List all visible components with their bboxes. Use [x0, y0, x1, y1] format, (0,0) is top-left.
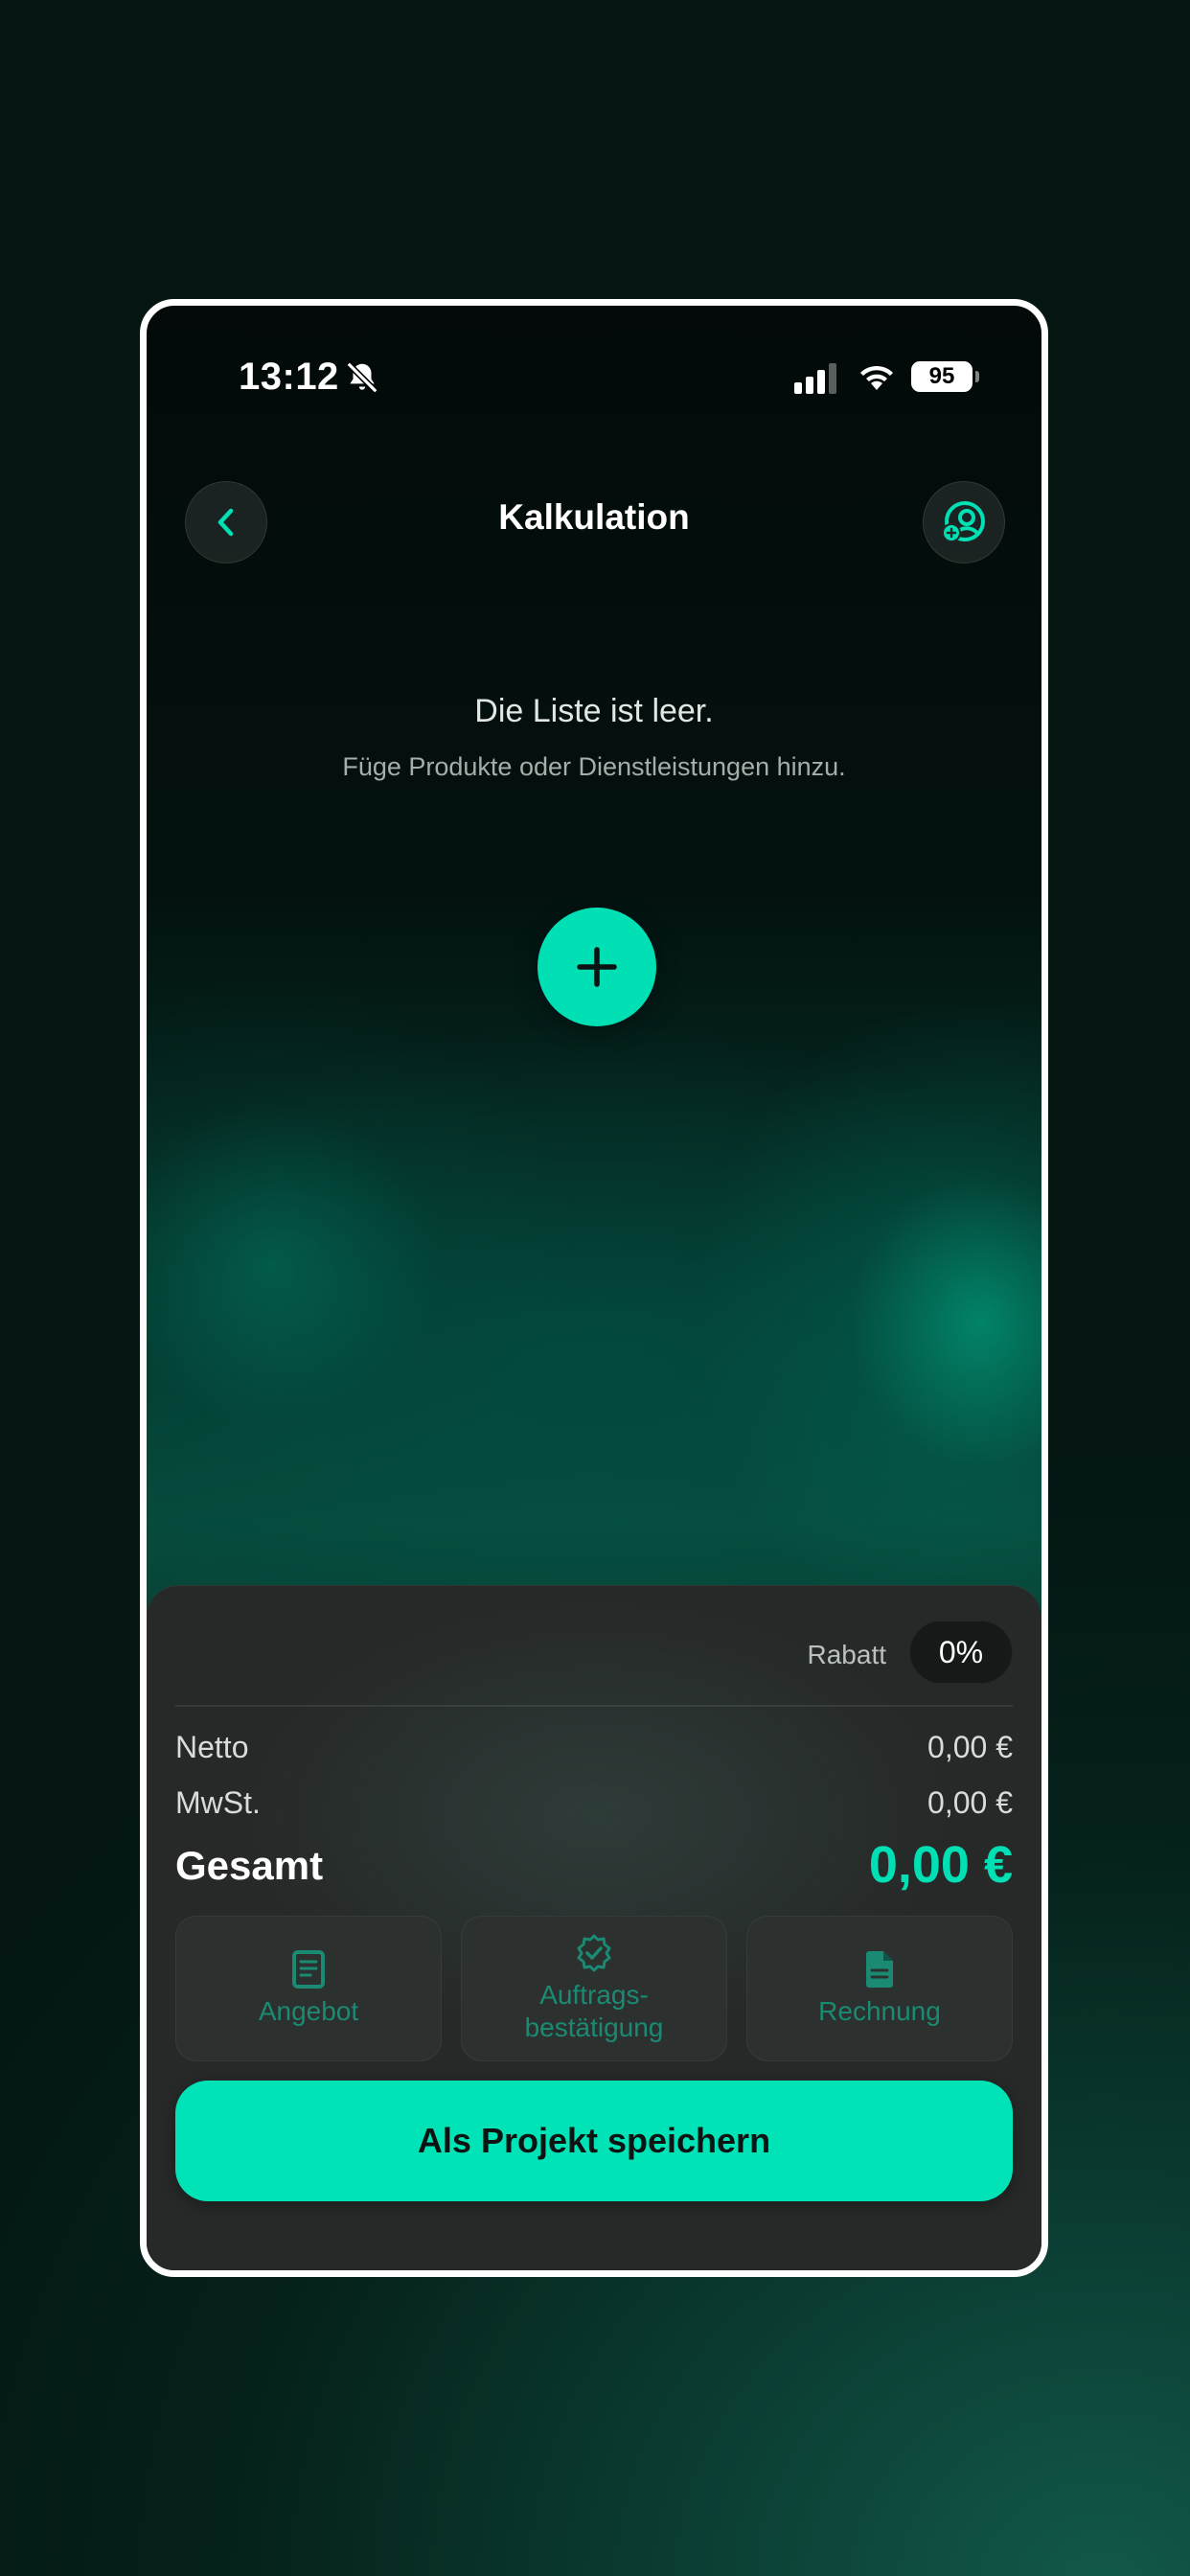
- battery-icon: 95: [911, 361, 973, 392]
- badge-check-icon: [577, 1934, 611, 1972]
- battery-cap: [975, 371, 979, 382]
- document-icon: [292, 1950, 325, 1989]
- vat-label: MwSt.: [175, 1785, 261, 1820]
- discount-label: Rabatt: [807, 1640, 887, 1669]
- add-customer-button[interactable]: [923, 481, 1005, 564]
- status-bar: 13:12 95: [147, 306, 1041, 430]
- invoice-label: Rechnung: [818, 1996, 941, 2026]
- order-confirmation-button[interactable]: Auftrags- bestätigung: [461, 1916, 727, 2061]
- discount-input[interactable]: 0%: [909, 1621, 1013, 1684]
- bell-slash-icon: [346, 361, 378, 394]
- net-value: 0,00 €: [927, 1730, 1013, 1764]
- phone-screen: 13:12 95 Kalkulation Die Liste ist leer.…: [140, 299, 1048, 2277]
- empty-state-subtitle: Füge Produkte oder Dienstleistungen hinz…: [342, 752, 846, 781]
- vat-value: 0,00 €: [927, 1785, 1013, 1820]
- order-confirmation-label-line1: Auftrags-: [539, 1980, 649, 2010]
- offer-button[interactable]: Angebot: [175, 1916, 442, 2061]
- file-icon: [866, 1951, 893, 1988]
- divider: [175, 1705, 1013, 1707]
- offer-label: Angebot: [258, 1996, 359, 2026]
- save-as-project-button[interactable]: Als Projekt speichern: [175, 2081, 1013, 2201]
- invoice-button[interactable]: Rechnung: [746, 1916, 1013, 2061]
- add-item-button[interactable]: [538, 908, 656, 1026]
- page-title: Kalkulation: [498, 497, 690, 537]
- plus-icon: [577, 947, 617, 987]
- order-confirmation-label-line2: bestätigung: [524, 2012, 664, 2042]
- summary-sheet: Rabatt 0% Netto 0,00 € MwSt. 0,00 € Gesa…: [147, 1585, 1041, 2270]
- cellular-signal-icon: [794, 363, 836, 394]
- status-time: 13:12: [239, 356, 339, 398]
- total-label: Gesamt: [175, 1843, 324, 1888]
- empty-state-title: Die Liste ist leer.: [474, 693, 714, 729]
- wifi-icon: [860, 365, 893, 390]
- net-label: Netto: [175, 1730, 249, 1764]
- total-value: 0,00 €: [868, 1836, 1013, 1894]
- user-add-icon: [942, 501, 985, 542]
